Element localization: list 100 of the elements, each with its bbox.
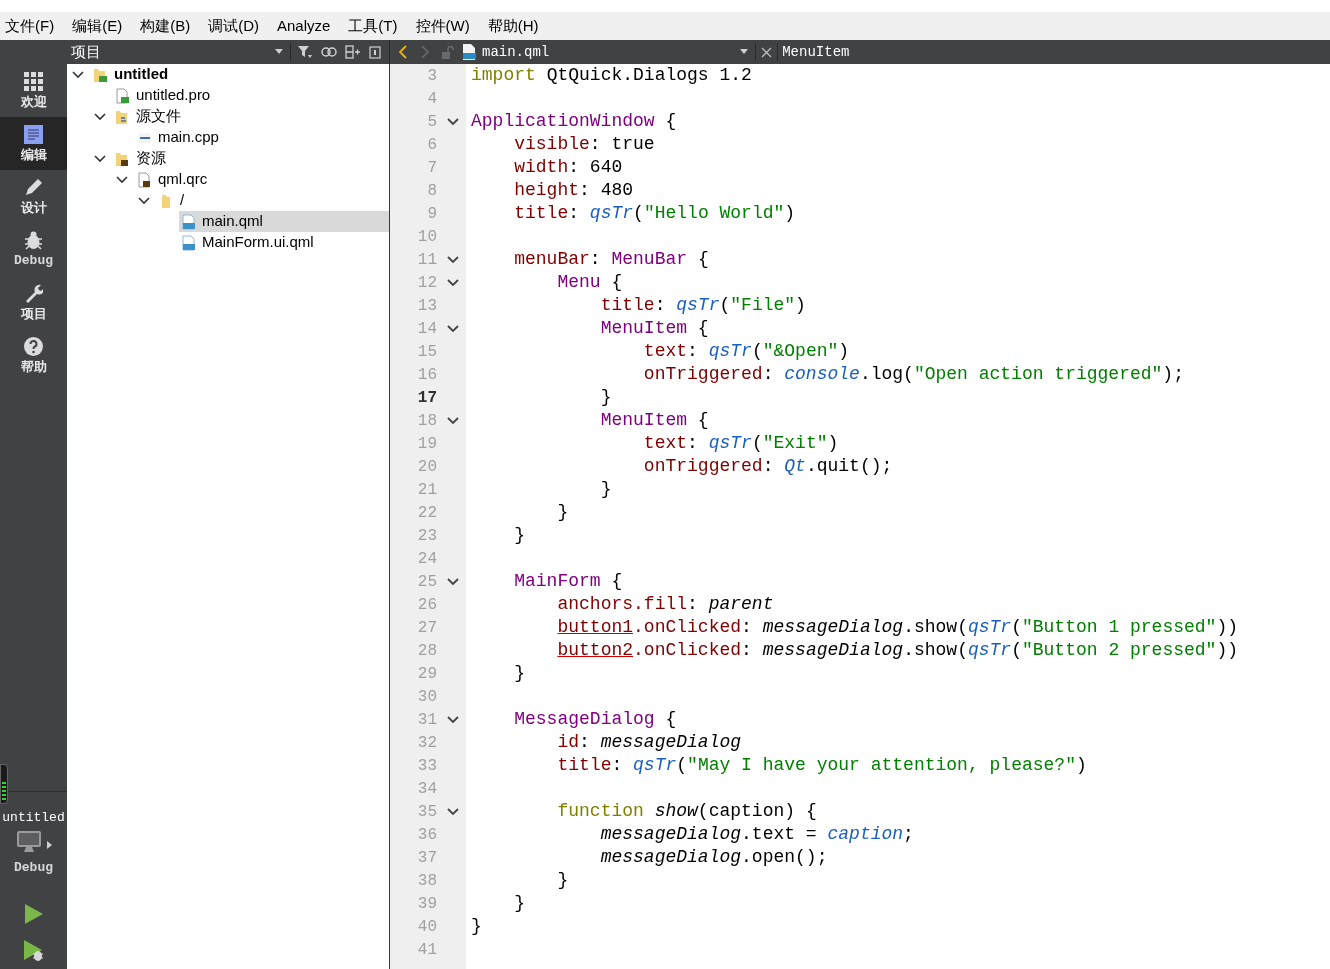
- debug-run-icon[interactable]: [22, 939, 45, 963]
- code-line: }: [599, 386, 612, 409]
- mode-button[interactable]: 设计: [0, 170, 67, 223]
- link-icon[interactable]: [321, 47, 337, 57]
- tree-item[interactable]: main.cpp: [135, 127, 389, 148]
- code-line: }: [513, 524, 526, 547]
- line-number: 10: [416, 226, 437, 248]
- qml-file-icon: [181, 234, 197, 251]
- line-number: 28: [416, 640, 437, 662]
- line-number: 40: [416, 916, 437, 938]
- monitor-icon[interactable]: [15, 829, 42, 854]
- close-icon[interactable]: [761, 46, 773, 58]
- dropdown-icon[interactable]: [274, 49, 284, 55]
- line-number: 26: [416, 594, 437, 616]
- mode-button[interactable]: 帮助: [0, 329, 67, 382]
- line-number: 4: [426, 88, 437, 110]
- mode-button[interactable]: 项目: [0, 276, 67, 329]
- symbol-selector[interactable]: MenuItem: [782, 41, 850, 63]
- tree-item[interactable]: /: [157, 190, 389, 211]
- line-number: 31: [416, 709, 437, 731]
- qml-file-icon: [462, 44, 476, 60]
- line-number: 11: [416, 249, 437, 271]
- tree-item[interactable]: main.qml: [179, 211, 389, 232]
- fold-chevron-icon[interactable]: [447, 324, 459, 333]
- menu-item[interactable]: 调试(D): [206, 14, 261, 38]
- menu-item[interactable]: Analyze: [275, 14, 333, 38]
- line-number: 27: [416, 617, 437, 639]
- code-line: messageDialog.open();: [599, 846, 828, 869]
- wrench-icon: [24, 284, 43, 303]
- line-number: 38: [416, 870, 437, 892]
- line-number: 13: [416, 295, 437, 317]
- line-number: 16: [416, 364, 437, 386]
- line-number: 35: [416, 801, 437, 823]
- menu-item[interactable]: 工具(T): [346, 14, 400, 38]
- project-file-icon: [115, 87, 131, 104]
- code-line: text: qsTr("&Open"): [642, 340, 850, 363]
- build-progress-indicator: [0, 763, 8, 804]
- fold-chevron-icon[interactable]: [447, 715, 459, 724]
- resource-folder-icon: [115, 150, 131, 167]
- line-number: 23: [416, 525, 437, 547]
- code-line: button2.onClicked: messageDialog.show(qsTr("Button 2 pressed")): [556, 639, 1238, 662]
- code-line: }: [556, 501, 569, 524]
- build-config[interactable]: Debug: [14, 857, 53, 877]
- grid-icon: [24, 72, 43, 91]
- menu-item[interactable]: 控件(W): [413, 14, 472, 38]
- code-line: button1.onClicked: messageDialog.show(qsTr("Button 1 pressed")): [556, 616, 1238, 639]
- line-number: 17: [416, 387, 437, 409]
- file-name[interactable]: main.qml: [482, 41, 550, 63]
- line-number: 37: [416, 847, 437, 869]
- line-number: 21: [416, 479, 437, 501]
- code-line: import QtQuick.Dialogs 1.2: [471, 64, 752, 87]
- line-number: 18: [416, 410, 437, 432]
- code-line: width: 640: [513, 156, 623, 179]
- close-panel-icon[interactable]: [369, 45, 381, 59]
- caret-icon[interactable]: [46, 840, 52, 849]
- document-icon: [24, 125, 43, 144]
- code-line: messageDialog.text = caption;: [599, 823, 914, 846]
- line-number: 20: [416, 456, 437, 478]
- code-line: MessageDialog {: [513, 708, 677, 731]
- line-number: 9: [426, 203, 437, 225]
- fold-chevron-icon[interactable]: [447, 807, 459, 816]
- run-icon[interactable]: [23, 903, 44, 925]
- line-number: 3: [426, 65, 437, 87]
- pencil-icon: [24, 178, 43, 197]
- code-line: text: qsTr("Exit"): [642, 432, 839, 455]
- target-project[interactable]: untitled: [2, 809, 65, 826]
- line-number: 6: [426, 134, 437, 156]
- tree-item[interactable]: untitled: [91, 64, 389, 85]
- code-line: }: [599, 478, 612, 501]
- tree-item[interactable]: MainForm.ui.qml: [179, 232, 389, 253]
- menu-item[interactable]: 文件(F): [3, 14, 57, 38]
- menu-item[interactable]: 构建(B): [138, 14, 193, 38]
- code-line: }: [471, 915, 482, 938]
- fold-chevron-icon[interactable]: [447, 577, 459, 586]
- fold-chevron-icon[interactable]: [447, 416, 459, 425]
- code-line: ApplicationWindow {: [471, 110, 677, 133]
- line-number: 34: [416, 778, 437, 800]
- split-icon[interactable]: [345, 45, 361, 59]
- line-number: 15: [416, 341, 437, 363]
- mode-button[interactable]: 编辑: [0, 117, 67, 170]
- tree-item[interactable]: 源文件: [113, 106, 389, 127]
- filter-icon[interactable]: [297, 45, 313, 59]
- menu-item[interactable]: 帮助(H): [485, 14, 541, 38]
- code-line: onTriggered: Qt.quit();: [642, 455, 893, 478]
- tree-item[interactable]: qml.qrc: [135, 169, 389, 190]
- fold-chevron-icon[interactable]: [447, 117, 459, 126]
- line-number: 24: [416, 548, 437, 570]
- fold-chevron-icon[interactable]: [447, 278, 459, 287]
- menu-item[interactable]: 编辑(E): [70, 14, 125, 38]
- mode-button[interactable]: 欢迎: [0, 64, 67, 117]
- tree-item[interactable]: 资源: [113, 148, 389, 169]
- code-line: MenuItem {: [599, 409, 709, 432]
- dropdown-icon[interactable]: [739, 49, 750, 55]
- tree-item[interactable]: untitled.pro: [113, 85, 389, 106]
- code-line: function show(caption) {: [556, 800, 817, 823]
- fold-chevron-icon[interactable]: [447, 255, 459, 264]
- line-number: 19: [416, 433, 437, 455]
- mode-button[interactable]: Debug: [0, 223, 67, 276]
- code-line: menuBar: MenuBar {: [513, 248, 709, 271]
- line-number: 12: [416, 272, 437, 294]
